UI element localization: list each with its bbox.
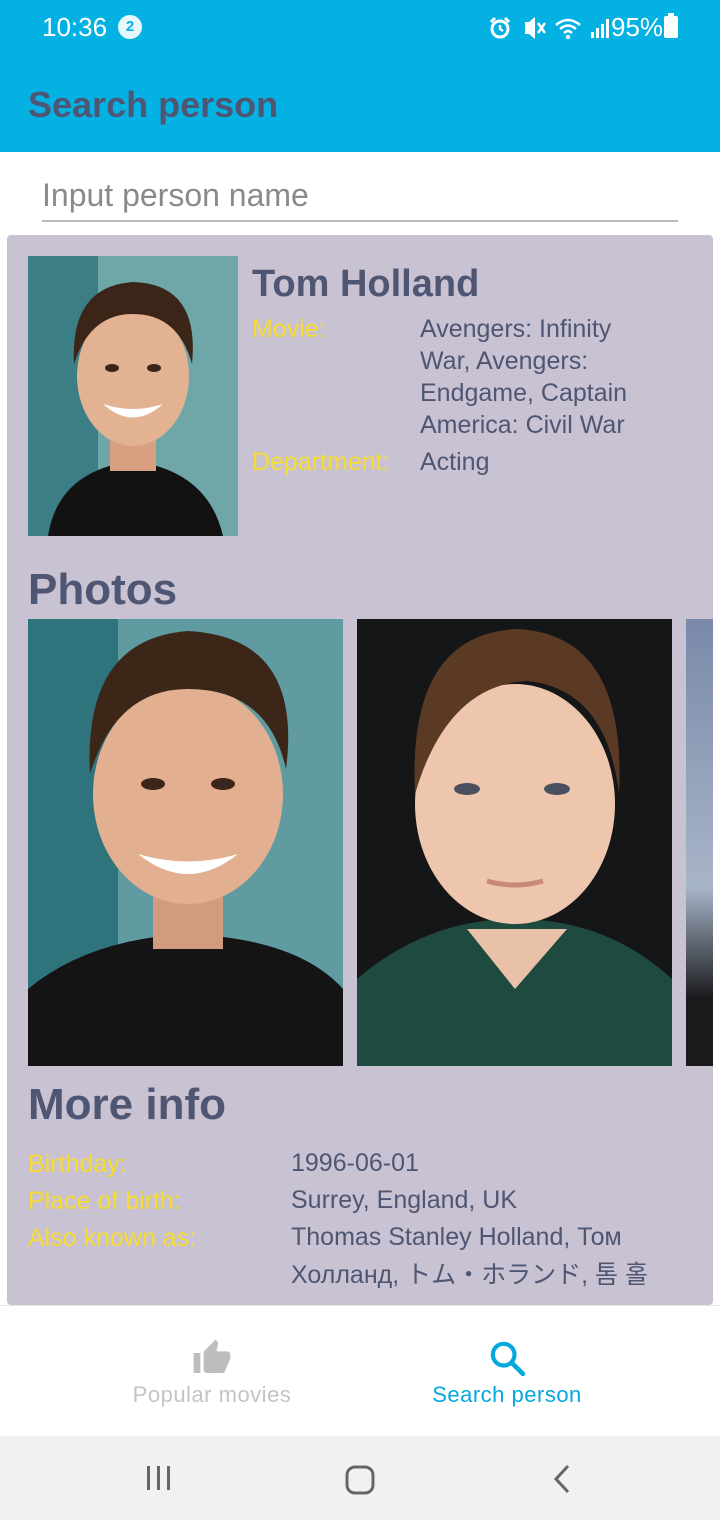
signal-icon: [591, 19, 609, 38]
recent-apps-icon[interactable]: [144, 1464, 174, 1492]
also-known-as-value: Thomas Stanley Holland, Том Холланд, トム・…: [291, 1221, 648, 1291]
aka-line: Thomas Stanley Holland, Том: [291, 1223, 622, 1251]
movie-line: America: Civil War: [420, 411, 625, 439]
person-card[interactable]: Tom Holland Movie: Avengers: Infinity Wa…: [7, 235, 713, 1305]
notification-count-badge: 2: [118, 15, 142, 39]
person-name: Tom Holland: [252, 263, 480, 305]
search-input[interactable]: [42, 172, 678, 218]
app-bar: Search person: [0, 56, 720, 152]
aka-line: Холланд, トム・ホランド, 톰 홀: [291, 1261, 648, 1289]
page-title: Search person: [28, 84, 279, 125]
place-of-birth-label: Place of birth:: [28, 1187, 181, 1215]
movie-line: Avengers: Infinity: [420, 315, 612, 343]
home-icon[interactable]: [344, 1464, 376, 1496]
thumbs-up-icon: [193, 1339, 231, 1373]
photo-portrait-2: [357, 619, 672, 1066]
alarm-icon: [489, 16, 511, 39]
bottom-navigation: Popular movies Search person: [0, 1305, 720, 1436]
movie-line: War, Avengers:: [420, 347, 589, 375]
battery-icon: [664, 13, 678, 38]
vibrate-mute-icon: [525, 17, 546, 39]
photo-portrait-1: [28, 619, 343, 1066]
place-of-birth-value: Surrey, England, UK: [291, 1186, 518, 1214]
profile-photo: [28, 256, 238, 536]
wifi-icon: [555, 18, 581, 40]
nav-item-search-person[interactable]: Search person: [327, 1306, 687, 1437]
search-icon: [490, 1341, 526, 1377]
more-info-section-title: More info: [28, 1080, 226, 1129]
department-label: Department:: [252, 448, 390, 476]
department-value: Acting: [420, 448, 490, 476]
movie-value: Avengers: Infinity War, Avengers: Endgam…: [420, 313, 627, 441]
back-icon[interactable]: [550, 1464, 574, 1494]
movie-line: Endgame, Captain: [420, 379, 628, 407]
birthday-value: 1996-06-01: [291, 1149, 419, 1177]
photo-item[interactable]: [357, 619, 672, 1066]
photos-section-title: Photos: [28, 565, 178, 614]
battery-percentage: 95%: [611, 12, 664, 42]
birthday-label: Birthday:: [28, 1150, 127, 1178]
also-known-as-label: Also known as:: [28, 1224, 197, 1252]
system-navigation-bar: [0, 1436, 720, 1520]
status-bar: 10:36 2 95%: [0, 0, 720, 56]
status-icons: [488, 14, 612, 42]
status-time: 10:36: [42, 12, 108, 42]
photo-item[interactable]: [28, 619, 343, 1066]
movie-label: Movie:: [252, 315, 326, 343]
nav-label-search-person: Search person: [432, 1382, 582, 1407]
search-field-container: [42, 172, 678, 222]
profile-photo-portrait: [28, 256, 238, 536]
photo-item[interactable]: [686, 619, 713, 1066]
